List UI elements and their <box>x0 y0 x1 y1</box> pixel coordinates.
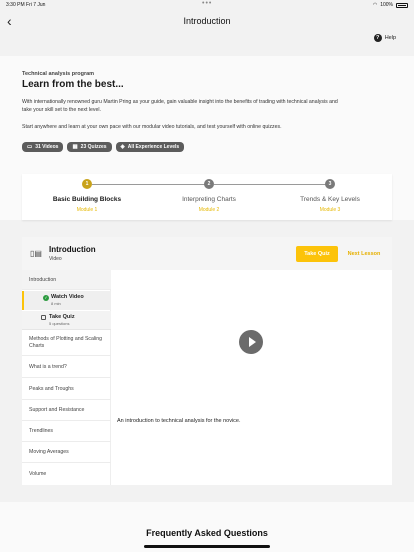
stepper-line <box>92 184 208 185</box>
battery-icon <box>396 2 408 8</box>
sidebar-item-trend[interactable]: What is a trend? <box>22 357 111 378</box>
levels-label: All Experience Levels <box>127 144 180 150</box>
videos-count: 31 Videos <box>35 144 59 150</box>
lesson-header: ▯▤ Introduction Video Take Quiz Next Les… <box>22 237 392 270</box>
sidebar-item-support[interactable]: Support and Resistance <box>22 400 111 421</box>
levels-badge: ◈ All Experience Levels <box>115 142 185 152</box>
question-circle-icon: ? <box>373 34 382 42</box>
program-eyebrow: Technical analysis program <box>22 71 95 77</box>
stepper-line <box>214 184 329 185</box>
program-subdescription: Start anywhere and learn at your own pac… <box>22 124 282 130</box>
check-circle-icon: ✓ <box>43 295 49 301</box>
status-time: 3:30 PM Fri 7 Jun <box>6 2 46 8</box>
take-quiz-count: 5 questions <box>49 321 70 326</box>
sidebar-item-watch-video[interactable]: ✓ Watch Video 8 min <box>22 291 111 310</box>
lesson-list-icon[interactable]: ▯▤ <box>30 249 42 258</box>
sidebar-item-take-quiz[interactable]: Take Quiz 5 questions <box>22 311 111 330</box>
video-icon: ▭ <box>27 144 33 150</box>
lesson-sidebar: Introduction ✓ Watch Video 8 min Take Qu… <box>22 270 111 485</box>
play-icon[interactable] <box>239 330 263 354</box>
help-label: Help <box>384 35 396 41</box>
page-title: Introduction <box>183 16 231 26</box>
wifi-icon: ◠ <box>372 2 378 8</box>
program-headline: Learn from the best... <box>22 79 124 90</box>
status-right: ◠ 100% <box>373 2 408 8</box>
module-2-title[interactable]: Interpreting Charts <box>154 196 264 203</box>
help-button[interactable]: ? Help <box>373 34 396 42</box>
sidebar-item-volume[interactable]: Volume <box>22 463 111 484</box>
module-3-label: Module 3 <box>319 207 341 213</box>
battery-percent: 100% <box>380 2 393 8</box>
quizzes-count: 23 Quizzes <box>80 144 107 150</box>
lesson-panel: ▯▤ Introduction Video Take Quiz Next Les… <box>22 237 392 485</box>
multitask-dots[interactable]: ••• <box>202 0 212 7</box>
module-1-title[interactable]: Basic Building Blocks <box>32 196 142 203</box>
video-caption: An introduction to technical analysis fo… <box>117 418 241 424</box>
quizzes-badge: ▦ 23 Quizzes <box>67 142 112 152</box>
graduation-cap-icon: ◈ <box>120 144 125 150</box>
quiz-icon <box>41 315 46 322</box>
module-1-label: Module 1 <box>76 207 98 213</box>
take-quiz-label: Take Quiz <box>49 314 75 320</box>
module-stepper: 1 2 3 Basic Building Blocks Interpreting… <box>22 174 392 220</box>
next-lesson-button[interactable]: Next Lesson <box>342 246 386 262</box>
home-indicator[interactable] <box>144 545 270 548</box>
nav-bar: ‹ Introduction <box>0 10 414 32</box>
sidebar-item-trendlines[interactable]: Trendlines <box>22 421 111 442</box>
sidebar-section-introduction[interactable]: Introduction <box>22 270 111 290</box>
take-quiz-button[interactable]: Take Quiz <box>296 246 338 262</box>
faq-title: Frequently Asked Questions <box>146 528 268 538</box>
sidebar-item-peaks[interactable]: Peaks and Troughs <box>22 379 111 400</box>
status-bar: 3:30 PM Fri 7 Jun ••• ◠ 100% <box>0 0 414 10</box>
module-2-step[interactable]: 2 <box>204 179 214 189</box>
module-2-label: Module 2 <box>198 207 220 213</box>
module-1-step[interactable]: 1 <box>82 179 92 189</box>
program-stats: ▭ 31 Videos ▦ 23 Quizzes ◈ All Experienc… <box>22 142 185 152</box>
module-3-title[interactable]: Trends & Key Levels <box>275 196 385 203</box>
module-3-step[interactable]: 3 <box>325 179 335 189</box>
videos-badge: ▭ 31 Videos <box>22 142 64 152</box>
lesson-title: Introduction <box>49 245 96 254</box>
video-player[interactable]: An introduction to technical analysis fo… <box>111 270 392 485</box>
lesson-type: Video <box>49 256 62 262</box>
sidebar-item-moving-averages[interactable]: Moving Averages <box>22 442 111 463</box>
program-description: With internationally renowned guru Marti… <box>22 99 338 113</box>
watch-video-duration: 8 min <box>51 301 61 306</box>
quiz-icon: ▦ <box>72 144 78 150</box>
sidebar-item-plotting[interactable]: Methods of Plotting and Scaling Charts <box>22 331 111 356</box>
watch-video-label: Watch Video <box>51 294 84 300</box>
